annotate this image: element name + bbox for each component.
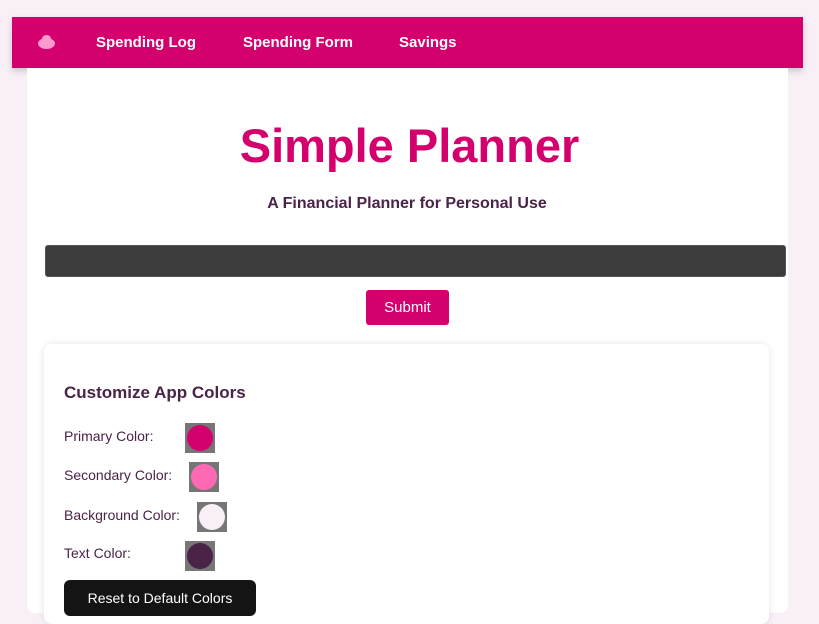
text-color-swatch — [187, 543, 213, 569]
primary-color-swatch — [187, 425, 213, 451]
customize-colors-title: Customize App Colors — [64, 383, 246, 402]
primary-color-label: Primary Color: — [64, 428, 154, 444]
page-subtitle: A Financial Planner for Personal Use — [267, 195, 547, 212]
text-color-picker[interactable] — [185, 541, 215, 571]
piggy-bank-icon[interactable] — [38, 35, 55, 49]
secondary-color-label: Secondary Color: — [64, 467, 173, 483]
text-color-label: Text Color: — [64, 545, 131, 561]
planner-input[interactable] — [45, 245, 786, 277]
background-color-picker[interactable] — [197, 502, 227, 532]
submit-button[interactable]: Submit — [366, 290, 449, 325]
top-navbar: Spending Log Spending Form Savings — [12, 17, 803, 68]
nav-link-spending-form[interactable]: Spending Form — [243, 34, 353, 51]
primary-color-picker[interactable] — [185, 423, 215, 453]
nav-link-savings[interactable]: Savings — [399, 34, 457, 51]
reset-colors-button[interactable]: Reset to Default Colors — [64, 580, 256, 616]
secondary-color-swatch — [191, 464, 217, 490]
secondary-color-picker[interactable] — [189, 462, 219, 492]
background-color-label: Background Color: — [64, 507, 180, 523]
nav-link-spending-log[interactable]: Spending Log — [96, 34, 196, 51]
background-color-swatch — [199, 504, 225, 530]
page-title: Simple Planner — [239, 119, 580, 172]
